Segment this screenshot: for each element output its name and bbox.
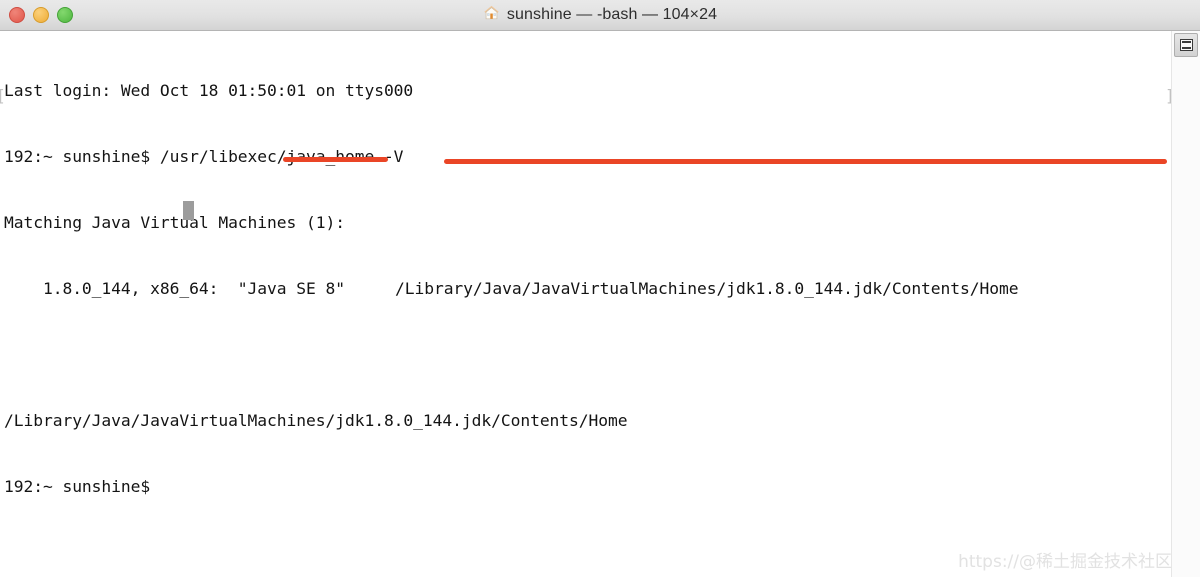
- terminal-cursor: [183, 201, 194, 220]
- jvm-entry-home: /Library/Java/JavaVirtualMachines/jdk1.8…: [394, 279, 1019, 298]
- window-titlebar[interactable]: sunshine — -bash — 104×24: [0, 0, 1200, 31]
- terminal-line-prompt: 192:~ sunshine$: [4, 477, 151, 496]
- terminal-line-jvm-entry: 1.8.0_144, x86_64: "Java SE 8" /Library/J…: [4, 278, 1200, 300]
- watermark: https://@稀土掘金技术社区: [958, 552, 1172, 572]
- jvm-entry-left: 1.8.0_144, x86_64: "Java SE 8": [4, 279, 345, 298]
- house-icon: [483, 4, 500, 26]
- window-title-container: sunshine — -bash — 104×24: [0, 0, 1200, 30]
- split-pane-icon: [1179, 39, 1193, 51]
- jdk-path-underline: [444, 159, 1167, 164]
- wrap-bracket-left-artifact: [: [0, 85, 6, 107]
- zoom-button[interactable]: [57, 7, 73, 23]
- split-pane-button[interactable]: [1174, 33, 1198, 57]
- java-se-8-underline: [283, 157, 388, 162]
- terminal-output: Last login: Wed Oct 18 01:50:01 on ttys0…: [4, 36, 1200, 542]
- minimize-button[interactable]: [33, 7, 49, 23]
- close-button[interactable]: [9, 7, 25, 23]
- traffic-light-group: [9, 0, 73, 30]
- terminal-line-command: 192:~ sunshine$ /usr/libexec/java_home -…: [4, 147, 404, 166]
- terminal-window: sunshine — -bash — 104×24 Last login: We…: [0, 0, 1200, 577]
- terminal-content-area[interactable]: Last login: Wed Oct 18 01:50:01 on ttys0…: [0, 31, 1200, 577]
- terminal-line-last-login: Last login: Wed Oct 18 01:50:01 on ttys0…: [4, 81, 414, 100]
- terminal-line-java-home-path: /Library/Java/JavaVirtualMachines/jdk1.8…: [4, 411, 628, 430]
- window-title: sunshine — -bash — 104×24: [506, 6, 718, 23]
- terminal-scrollbar[interactable]: [1171, 31, 1200, 577]
